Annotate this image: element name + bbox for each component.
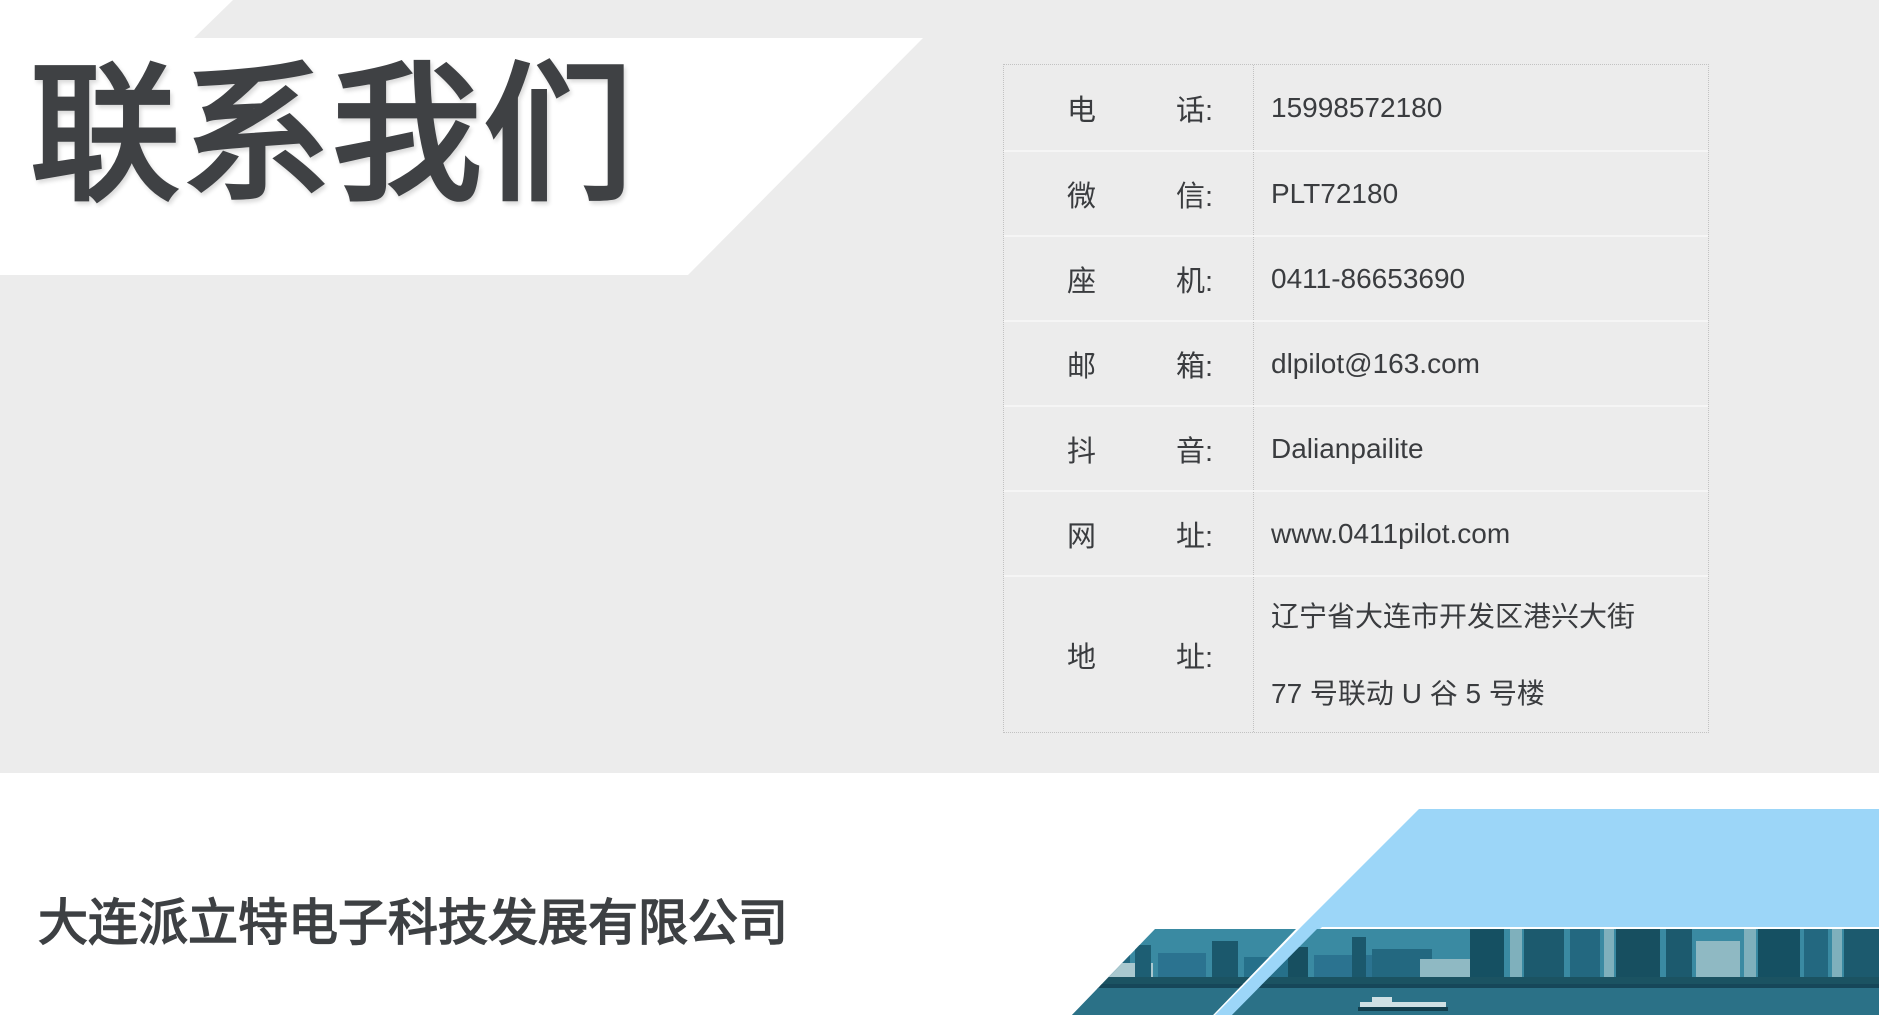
row-value: 0411-86653690 [1254,237,1708,320]
row-label-text: 地址: [1067,634,1213,676]
contact-table: 电话: 15998572180 微信: PLT72180 座机: 0411-8665369… [1003,64,1709,733]
row-label-text: 微信: [1067,173,1213,215]
bottom-section: 大连派立特电子科技发展有限公司 [0,773,1879,1015]
row-value-text: www.0411pilot.com [1271,518,1510,550]
row-label-text: 邮箱: [1067,343,1213,385]
row-label: 电话: [1004,65,1254,150]
row-label: 抖音: [1004,407,1254,490]
row-label-text: 网址: [1067,513,1213,555]
contact-slide: 联系我们 电话: 15998572180 微信: PLT72180 座机: 0411-86… [0,0,1879,1015]
table-row: 微信: PLT72180 [1004,150,1708,235]
row-value: PLT72180 [1254,152,1708,235]
row-label: 地址: [1004,577,1254,732]
row-label-text: 座机: [1067,258,1213,300]
row-value-text: PLT72180 [1271,178,1398,210]
row-label-text: 抖音: [1067,428,1213,470]
row-value: 辽宁省大连市开发区港兴大街77 号联动 U 谷 5 号楼 [1254,577,1708,732]
row-value-text: 0411-86653690 [1271,263,1465,295]
table-row: 座机: 0411-86653690 [1004,235,1708,320]
row-value: 15998572180 [1254,65,1708,150]
row-value-line: 辽宁省大连市开发区港兴大街 [1271,578,1635,655]
row-label: 座机: [1004,237,1254,320]
blue-parallelogram [1301,809,1879,927]
row-value-text: Dalianpailite [1271,433,1424,465]
row-value-line: 77 号联动 U 谷 5 号楼 [1271,655,1545,732]
page-title: 联系我们 [30,48,634,223]
table-row: 邮箱: dlpilot@163.com [1004,320,1708,405]
top-section: 联系我们 电话: 15998572180 微信: PLT72180 座机: 0411-86… [0,0,1879,773]
table-row: 电话: 15998572180 [1004,65,1708,150]
row-label: 邮箱: [1004,322,1254,405]
row-label: 网址: [1004,492,1254,575]
row-value: Dalianpailite [1254,407,1708,490]
table-row: 网址: www.0411pilot.com [1004,490,1708,575]
row-value-text: 15998572180 [1271,92,1442,124]
row-value-text: dlpilot@163.com [1271,348,1480,380]
table-row: 抖音: Dalianpailite [1004,405,1708,490]
row-value: dlpilot@163.com [1254,322,1708,405]
row-label: 微信: [1004,152,1254,235]
decor-art [1000,773,1879,1015]
row-value: www.0411pilot.com [1254,492,1708,575]
row-label-text: 电话: [1067,87,1213,129]
table-row: 地址: 辽宁省大连市开发区港兴大街77 号联动 U 谷 5 号楼 [1004,575,1708,732]
company-name: 大连派立特电子科技发展有限公司 [38,883,788,955]
